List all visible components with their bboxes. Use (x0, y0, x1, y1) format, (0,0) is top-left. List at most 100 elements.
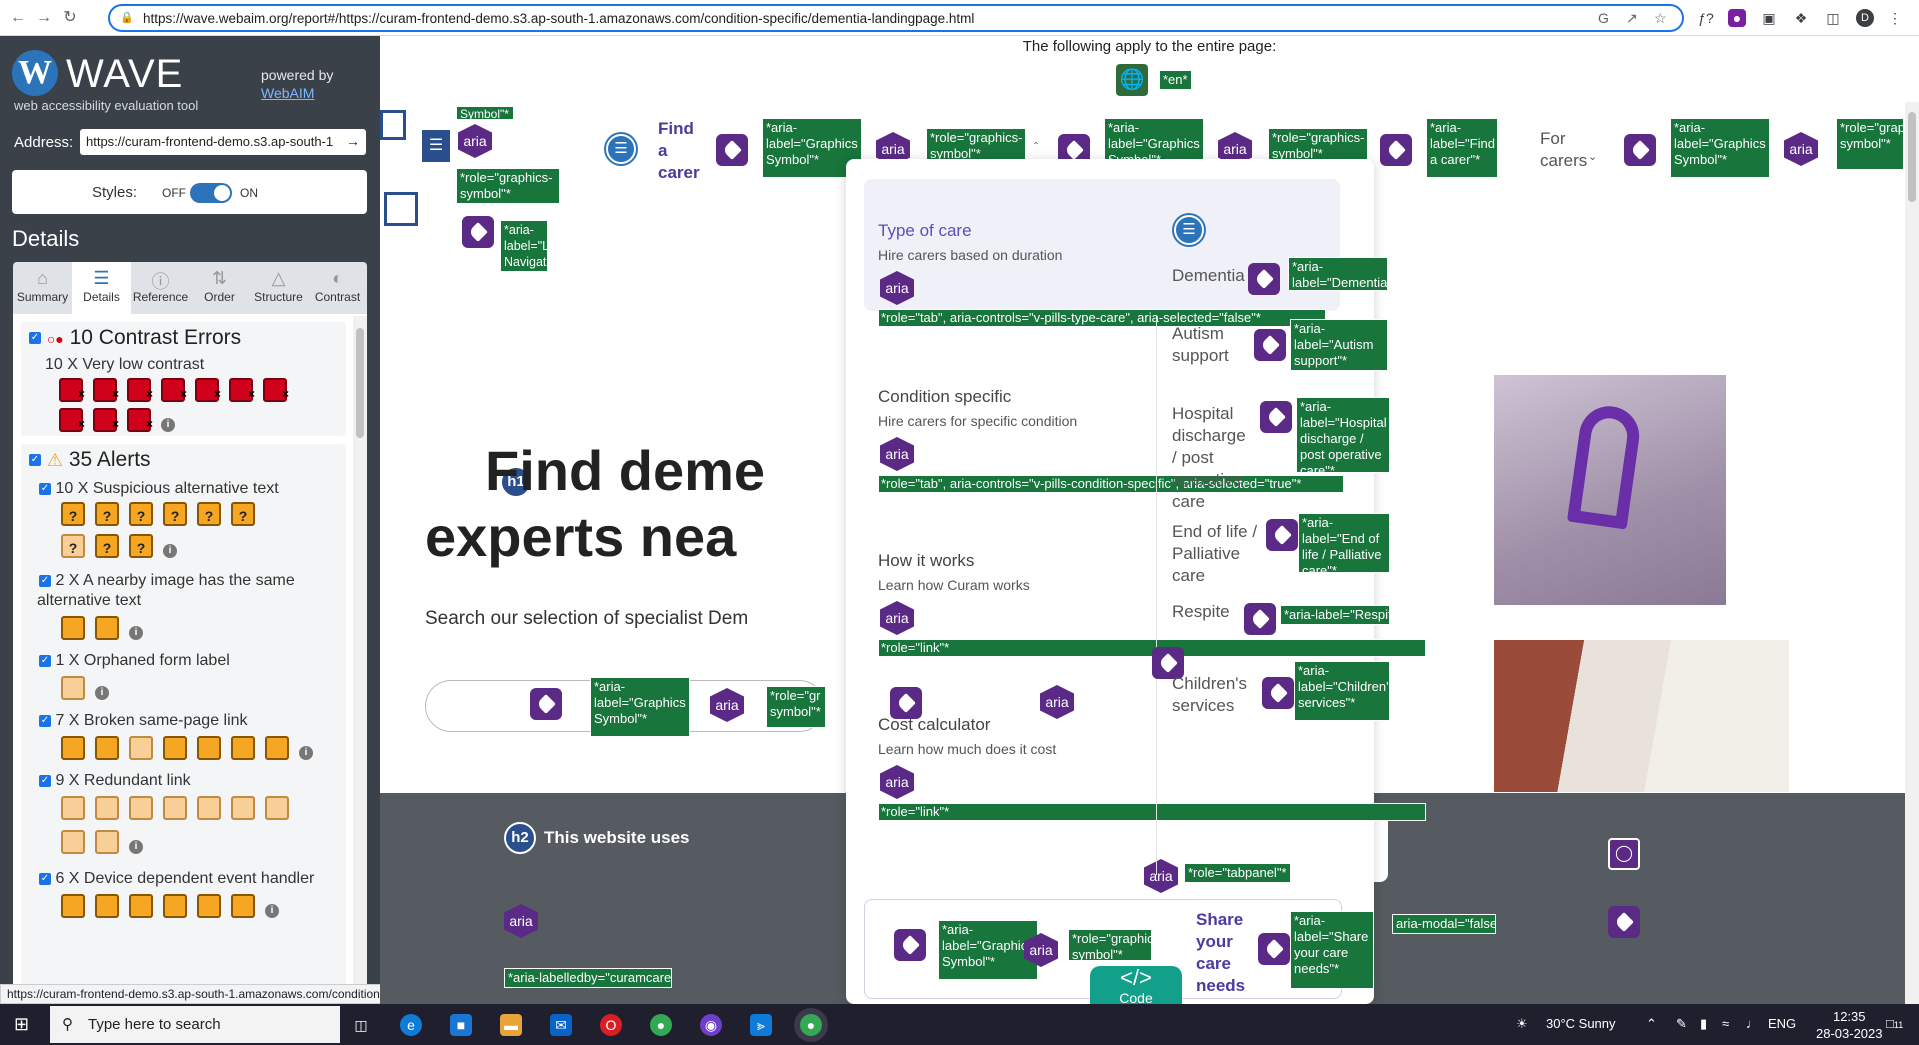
aria-icon[interactable]: aria (1144, 859, 1178, 893)
landmark-icon[interactable] (384, 192, 418, 226)
redundant-link-icon[interactable] (61, 796, 85, 820)
aria-label-icon[interactable] (1266, 519, 1298, 551)
aria-label-icon[interactable] (1608, 906, 1640, 938)
aria-label-icon[interactable] (1254, 329, 1286, 361)
alert-checkbox[interactable]: ✓ (39, 774, 51, 787)
contrast-error-icon[interactable] (93, 378, 119, 406)
aria-label-icon[interactable] (1262, 677, 1294, 709)
contrast-error-icon[interactable] (161, 378, 187, 406)
redundant-link-icon[interactable] (129, 796, 153, 820)
info-icon[interactable]: i (129, 840, 143, 854)
tray-chevron-icon[interactable]: ⌃ (1646, 1016, 1657, 1032)
aria-label-icon[interactable] (530, 688, 562, 720)
aria-label-icon[interactable] (894, 929, 926, 961)
pen-icon[interactable]: ✎ (1676, 1016, 1687, 1032)
share-care-needs-link[interactable]: Share your care needs (1196, 909, 1266, 997)
suspicious-alt-icon[interactable]: ? (129, 502, 153, 526)
chrome-active-icon[interactable]: ● (800, 1014, 822, 1036)
info-icon[interactable]: i (163, 544, 177, 558)
redundant-link-icon[interactable] (197, 796, 221, 820)
redundant-link-icon[interactable] (163, 796, 187, 820)
profile-avatar[interactable]: D (1856, 9, 1874, 27)
condition-respite[interactable]: Respite (1172, 601, 1230, 623)
suspicious-alt-icon[interactable]: ? (163, 502, 187, 526)
contrast-checkbox[interactable]: ✓ (29, 332, 41, 345)
contrast-error-icon[interactable] (195, 378, 221, 406)
redundant-link-icon[interactable] (95, 796, 119, 820)
suspicious-alt-icon[interactable]: ? (231, 502, 255, 526)
info-icon[interactable]: i (161, 418, 175, 432)
broken-link-icon[interactable] (265, 736, 289, 760)
file-explorer-icon[interactable]: ▬ (500, 1014, 522, 1036)
condition-dementia[interactable]: Dementia (1172, 265, 1245, 287)
share-icon[interactable]: ↗ (1626, 10, 1638, 27)
puzzle-icon[interactable]: ❖ (1792, 9, 1810, 27)
chevron-down-icon[interactable]: ⌄ (1588, 150, 1597, 163)
device-handler-icon[interactable] (61, 894, 85, 918)
clock[interactable]: 12:35 28-03-2023 (1816, 1008, 1883, 1042)
suspicious-alt-icon[interactable]: ? (95, 534, 119, 558)
alert-checkbox[interactable]: ✓ (39, 714, 51, 727)
chevron-up-icon[interactable]: ˆ (1034, 140, 1038, 154)
aria-label-icon[interactable] (1258, 933, 1290, 965)
broken-link-icon[interactable] (231, 736, 255, 760)
broken-link-icon[interactable] (129, 736, 153, 760)
suspicious-alt-icon[interactable]: ? (129, 534, 153, 558)
device-handler-icon[interactable] (231, 894, 255, 918)
nav-landmark-icon[interactable]: ☰ (420, 128, 452, 164)
condition-autism[interactable]: Autism support (1172, 323, 1232, 367)
alert-checkbox[interactable]: ✓ (39, 654, 51, 667)
contrast-error-icon[interactable] (127, 408, 153, 436)
menu-cost-calculator[interactable]: Cost calculator (878, 715, 990, 735)
nav-for-carers[interactable]: For carers (1540, 128, 1587, 172)
scrollbar-thumb[interactable] (1908, 112, 1916, 202)
orphaned-label-icon[interactable] (61, 676, 85, 700)
aria-icon[interactable]: aria (1784, 132, 1818, 166)
language-indicator[interactable]: ENG (1768, 1016, 1796, 1031)
redundant-link-icon[interactable] (231, 796, 255, 820)
alert-checkbox[interactable]: ✓ (39, 574, 51, 587)
tab-summary[interactable]: ⌂ Summary (13, 262, 72, 314)
nearby-image-icon[interactable] (61, 616, 85, 640)
aria-icon[interactable]: aria (880, 601, 914, 635)
alerts-checkbox[interactable]: ✓ (29, 454, 41, 467)
list-icon[interactable]: ☰ (1174, 215, 1204, 245)
contrast-error-icon[interactable] (127, 378, 153, 406)
vscode-icon[interactable]: ⪢ (750, 1014, 772, 1036)
broken-link-icon[interactable] (61, 736, 85, 760)
alert-checkbox[interactable]: ✓ (39, 872, 51, 885)
condition-children[interactable]: Children's services (1172, 673, 1262, 717)
suspicious-alt-icon[interactable]: ? (61, 534, 85, 558)
webaim-link[interactable]: WebAIM (261, 85, 314, 101)
forward-icon[interactable]: → (34, 8, 54, 28)
taskbar-search[interactable]: ⚲ Type here to search (50, 1006, 340, 1043)
back-icon[interactable]: ← (8, 8, 28, 28)
camera-icon[interactable]: ▣ (1760, 9, 1778, 27)
heading-2-icon[interactable]: h2 (504, 822, 536, 854)
google-icon[interactable]: G (1598, 10, 1609, 26)
extension-icon[interactable]: ● (1728, 9, 1746, 27)
page-scrollbar[interactable] (1905, 102, 1919, 1004)
mail-icon[interactable]: ✉ (550, 1014, 572, 1036)
contrast-error-icon[interactable] (59, 408, 85, 436)
fx-extension-icon[interactable]: ƒ? (1697, 9, 1715, 27)
info-icon[interactable]: i (265, 904, 279, 918)
scrollbar-thumb[interactable] (356, 328, 364, 438)
condition-end-of-life[interactable]: End of life / Palliative care (1172, 521, 1262, 587)
alert-checkbox[interactable]: ✓ (39, 482, 51, 495)
info-icon[interactable]: i (129, 626, 143, 640)
notification-icon[interactable]: □11 (1886, 1016, 1903, 1031)
device-handler-icon[interactable] (197, 894, 221, 918)
menu-dots-icon[interactable]: ⋮ (1886, 9, 1904, 27)
condition-hospital[interactable]: Hospital discharge / post operative care (1172, 403, 1252, 513)
aria-label-icon[interactable] (1380, 134, 1412, 166)
tab-reference[interactable]: ⓘ Reference (131, 262, 190, 314)
nav-find-carer[interactable]: Find a carer (658, 118, 700, 184)
globe-icon[interactable]: 🌐 (1116, 64, 1148, 96)
reload-icon[interactable]: ↻ (60, 8, 80, 28)
info-icon[interactable]: i (299, 746, 313, 760)
task-view-icon[interactable]: ◫ (350, 1014, 372, 1036)
sidepanel-icon[interactable]: ◫ (1824, 9, 1842, 27)
contrast-error-icon[interactable] (93, 408, 119, 436)
nearby-image-icon[interactable] (95, 616, 119, 640)
